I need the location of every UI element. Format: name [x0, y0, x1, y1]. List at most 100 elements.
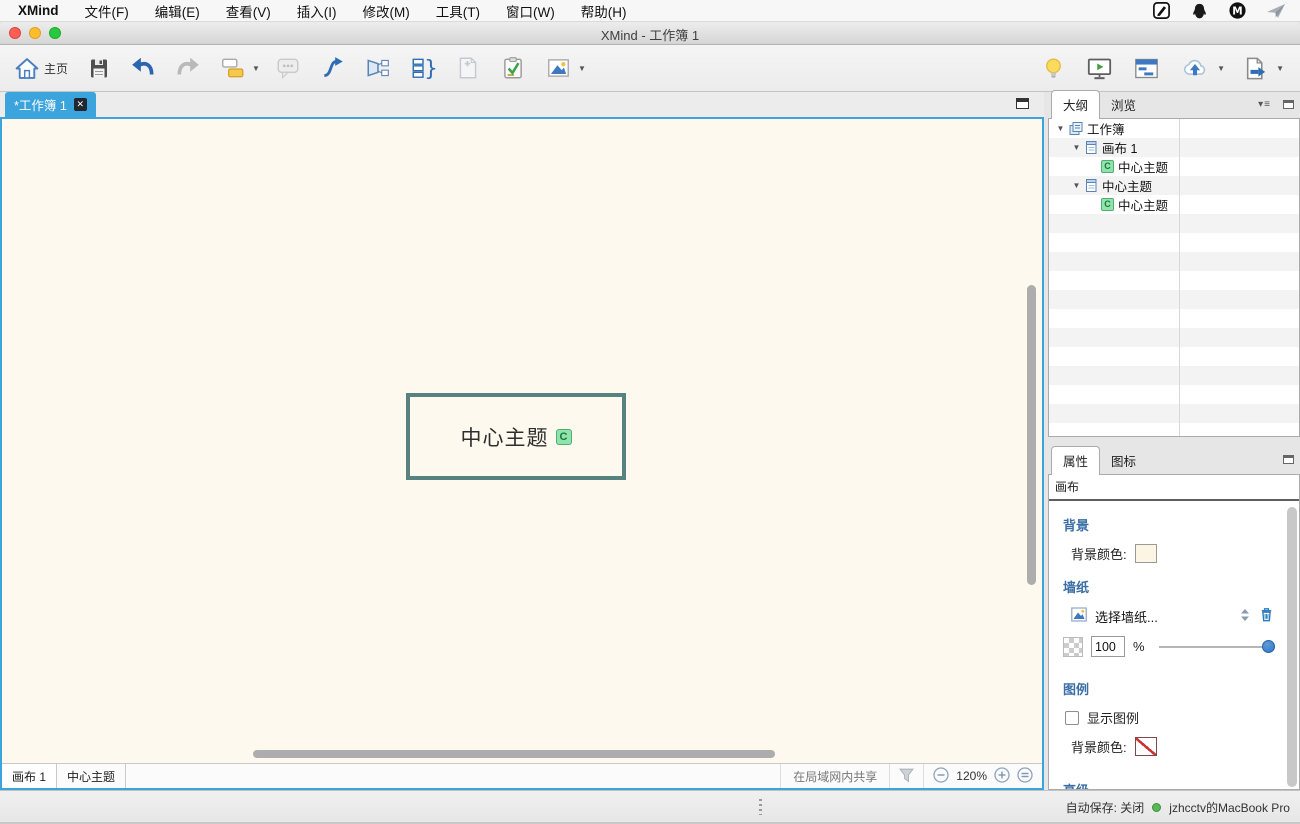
menu-insert[interactable]: 插入(I) [297, 1, 337, 21]
view-menu-icon[interactable]: ▾≡ [1258, 99, 1271, 110]
horizontal-scrollbar[interactable] [253, 750, 775, 758]
central-topic[interactable]: 中心主题 C [406, 393, 626, 480]
summary-icon: } [410, 55, 436, 81]
relationship-button[interactable] [318, 53, 348, 83]
image-dropdown-icon[interactable]: ▼ [578, 64, 586, 73]
wallpaper-opacity-slider[interactable] [1159, 640, 1275, 653]
tab-markers[interactable]: 图标 [1100, 447, 1147, 474]
maximize-editor-icon[interactable] [1016, 98, 1029, 109]
expand-arrow-icon[interactable]: ▼ [1056, 124, 1065, 133]
save-icon [87, 56, 111, 81]
menu-file[interactable]: 文件(F) [85, 1, 129, 21]
tree-item-sheet-1[interactable]: ▼ 画布 1 [1049, 138, 1299, 157]
filter-icon [898, 766, 915, 786]
legend-background-color-swatch[interactable] [1135, 737, 1157, 756]
svg-text:}: } [424, 57, 436, 81]
menu-window[interactable]: 窗口(W) [506, 1, 555, 21]
background-color-swatch[interactable] [1135, 544, 1157, 563]
share-dropdown-icon[interactable]: ▼ [1217, 64, 1225, 73]
menu-view[interactable]: 查看(V) [226, 1, 271, 21]
tab-properties[interactable]: 属性 [1051, 446, 1100, 475]
task-icon [500, 55, 526, 81]
export-dropdown-icon[interactable]: ▼ [1276, 64, 1284, 73]
sheet-tab-central-topic[interactable]: 中心主题 [57, 764, 126, 788]
wallpaper-opacity-input[interactable] [1091, 636, 1125, 657]
tab-browse[interactable]: 浏览 [1100, 91, 1147, 118]
image-button[interactable] [543, 53, 574, 83]
slider-thumb[interactable] [1262, 640, 1275, 653]
minimize-panel-icon[interactable] [1283, 100, 1294, 109]
menu-edit[interactable]: 编辑(E) [155, 1, 200, 21]
expand-arrow-icon[interactable]: ▼ [1072, 181, 1081, 190]
new-sheet-icon [455, 55, 481, 81]
expand-arrow-icon[interactable]: ▼ [1072, 143, 1081, 152]
wallpaper-select-button[interactable]: 选择墙纸... [1095, 607, 1158, 626]
topic-marker-badge[interactable]: C [556, 429, 572, 445]
tree-item-sheet-2[interactable]: ▼ 中心主题 [1049, 176, 1299, 195]
idea-button[interactable] [1039, 53, 1068, 84]
minimize-panel-icon[interactable] [1283, 455, 1294, 464]
close-tab-icon[interactable]: ✕ [74, 98, 87, 111]
editor-frame: 中心主题 C 画布 1 中心主题 在局域网内共享 120% [0, 117, 1044, 790]
qq-icon[interactable] [1190, 2, 1209, 20]
task-button[interactable] [498, 53, 528, 83]
side-panels: 大纲 浏览 ▾≡ ▼ 工作簿 ▼ [1048, 92, 1300, 790]
relationship-icon [320, 55, 346, 81]
insert-topic-dropdown-icon[interactable]: ▼ [252, 64, 260, 73]
wallpaper-spinner[interactable] [1240, 608, 1250, 625]
note-icon[interactable] [1152, 1, 1171, 20]
sheet-tab-canvas-1[interactable]: 画布 1 [2, 764, 57, 788]
menu-help[interactable]: 帮助(H) [581, 1, 627, 21]
menubar-app-name[interactable]: XMind [18, 3, 59, 18]
mindmap-canvas[interactable]: 中心主题 C [2, 119, 1042, 763]
sheet-icon [1085, 141, 1098, 154]
paper-plane-icon[interactable] [1266, 1, 1286, 20]
tree-item-central-topic-1[interactable]: C 中心主题 [1049, 157, 1299, 176]
tree-item-central-topic-2[interactable]: C 中心主题 [1049, 195, 1299, 214]
central-topic-label: 中心主题 [461, 422, 549, 452]
outline-panel-tabs: 大纲 浏览 ▾≡ [1048, 92, 1300, 118]
window-titlebar[interactable]: XMind - 工作簿 1 [0, 22, 1300, 45]
topic-c-badge-icon: C [1101, 198, 1114, 211]
insert-topic-button[interactable] [218, 53, 248, 83]
boundary-button[interactable] [363, 53, 393, 83]
tree-item-workbook[interactable]: ▼ 工作簿 [1049, 119, 1299, 138]
presentation-button[interactable] [1084, 53, 1115, 84]
section-legend-title: 图例 [1063, 679, 1299, 698]
zoom-out-button[interactable] [933, 767, 949, 786]
gantt-button[interactable] [1131, 53, 1162, 84]
save-button[interactable] [85, 54, 113, 83]
share-upload-button[interactable] [1178, 53, 1212, 84]
lightbulb-icon [1041, 55, 1066, 82]
redo-button[interactable] [173, 53, 203, 83]
vertical-scrollbar[interactable] [1027, 285, 1036, 585]
zoom-in-button[interactable] [994, 767, 1010, 786]
zoom-reset-button[interactable] [1017, 767, 1033, 786]
autosave-status: 自动保存: 关闭 [1066, 799, 1145, 816]
menu-tools[interactable]: 工具(T) [436, 1, 480, 21]
statusbar-drag-handle[interactable] [759, 799, 762, 815]
workbook-tab[interactable]: *工作簿 1 ✕ [5, 92, 96, 117]
summary-button[interactable]: } [408, 53, 438, 83]
properties-panel-tabs: 属性 图标 [1048, 448, 1300, 474]
comment-button[interactable] [273, 53, 303, 83]
filter-button[interactable] [889, 764, 924, 788]
export-button[interactable] [1239, 53, 1271, 84]
m-circle-icon[interactable]: M [1228, 1, 1247, 20]
show-legend-checkbox[interactable] [1065, 711, 1079, 725]
home-button-label: 主页 [44, 60, 68, 77]
undo-button[interactable] [128, 53, 158, 83]
tab-outline[interactable]: 大纲 [1051, 90, 1100, 119]
new-sheet-button[interactable] [453, 53, 483, 83]
opacity-checker-icon[interactable] [1063, 637, 1083, 657]
wallpaper-delete-button[interactable] [1258, 606, 1275, 626]
home-button[interactable]: 主页 [12, 54, 70, 83]
menu-modify[interactable]: 修改(M) [363, 1, 410, 21]
tree-column-divider [1179, 119, 1180, 436]
boundary-icon [365, 55, 391, 81]
wallpaper-image-icon [1071, 607, 1087, 625]
properties-scrollbar[interactable] [1287, 507, 1297, 787]
sheet-icon [1085, 179, 1098, 192]
editor-tabstrip: *工作簿 1 ✕ [0, 92, 1044, 117]
share-lan-button[interactable]: 在局域网内共享 [780, 764, 889, 788]
